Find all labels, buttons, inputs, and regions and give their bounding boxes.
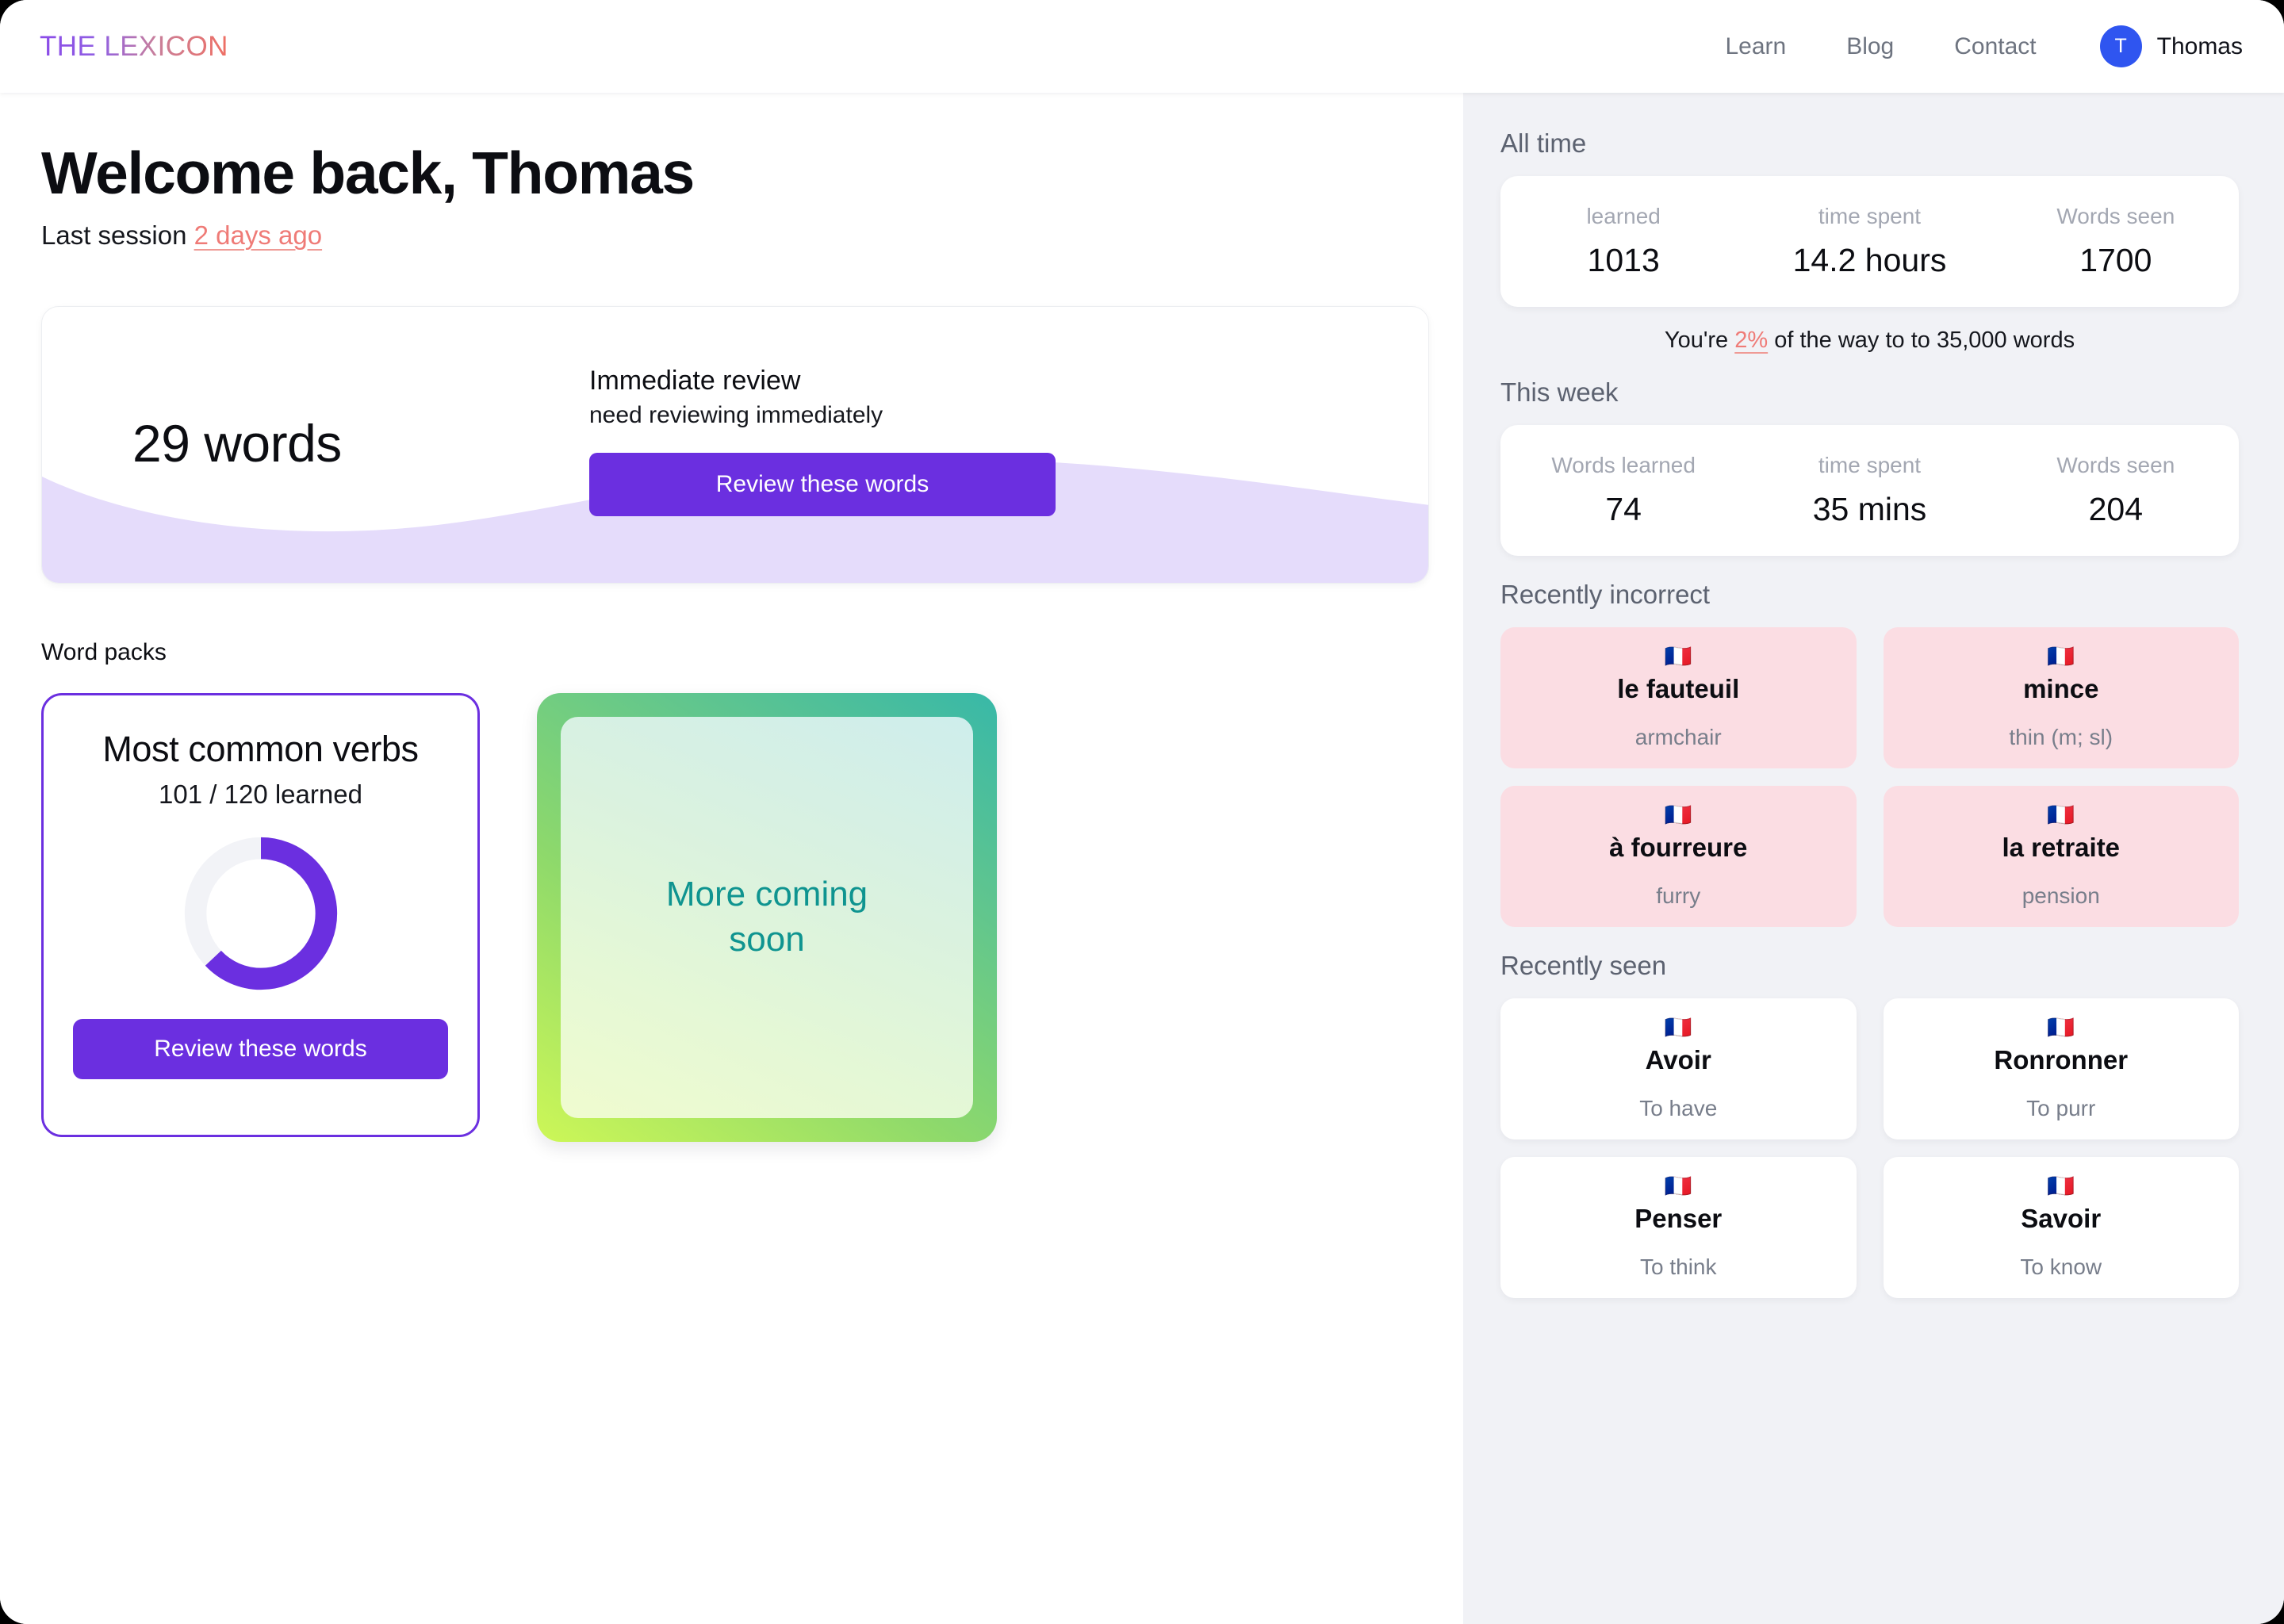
last-session-label: Last session — [41, 220, 186, 250]
stat-label: Words seen — [1993, 204, 2239, 229]
review-subtitle: need reviewing immediately — [589, 402, 1065, 429]
word-definition: armchair — [1635, 725, 1722, 750]
pack-progress-donut — [179, 832, 343, 995]
page-title: Welcome back, Thomas — [41, 142, 1422, 205]
main-nav: Learn Blog Contact T Thomas — [1695, 25, 2243, 67]
stat-all-time-words-seen: Words seen 1700 — [1993, 204, 2239, 279]
all-time-heading: All time — [1500, 128, 2239, 159]
word-packs-label: Word packs — [41, 639, 1422, 666]
all-time-stat-card: learned 1013 time spent 14.2 hours Words… — [1500, 176, 2239, 307]
word-card[interactable]: 🇫🇷 la retraite pension — [1884, 786, 2240, 927]
word-packs-list: Most common verbs 101 / 120 learned Revi… — [41, 693, 1422, 1142]
main-content: Welcome back, Thomas Last session 2 days… — [0, 93, 1463, 1624]
word-term: à fourreure — [1609, 833, 1747, 863]
stat-label: Words learned — [1500, 453, 1746, 478]
stat-week-words-learned: Words learned 74 — [1500, 453, 1746, 528]
word-card[interactable]: 🇫🇷 Savoir To know — [1884, 1157, 2240, 1298]
french-flag-icon: 🇫🇷 — [2047, 1017, 2075, 1039]
user-name: Thomas — [2157, 33, 2243, 60]
word-term: Avoir — [1646, 1045, 1711, 1075]
word-card[interactable]: 🇫🇷 à fourreure furry — [1500, 786, 1857, 927]
stats-sidebar: All time learned 1013 time spent 14.2 ho… — [1463, 93, 2284, 1624]
word-term: le fauteuil — [1617, 674, 1739, 704]
stat-label: time spent — [1746, 204, 1992, 229]
word-definition: To think — [1640, 1254, 1717, 1280]
word-definition: To purr — [2026, 1096, 2095, 1121]
word-card[interactable]: 🇫🇷 le fauteuil armchair — [1500, 627, 1857, 768]
stat-label: Words seen — [1993, 453, 2239, 478]
word-definition: pension — [2022, 883, 2100, 909]
pack-title: Most common verbs — [102, 729, 418, 770]
word-definition: thin (m; sl) — [2009, 725, 2113, 750]
recently-seen-grid: 🇫🇷 Avoir To have 🇫🇷 Ronronner To purr 🇫🇷… — [1500, 998, 2239, 1298]
immediate-review-body: 29 words Immediate review need reviewing… — [42, 307, 1428, 583]
this-week-stat-card: Words learned 74 time spent 35 mins Word… — [1500, 425, 2239, 556]
this-week-heading: This week — [1500, 377, 2239, 408]
stat-value: 35 mins — [1746, 491, 1992, 528]
more-coming-soon-text: More coming soon — [636, 872, 898, 962]
last-session-line: Last session 2 days ago — [41, 220, 1422, 251]
word-card[interactable]: 🇫🇷 Avoir To have — [1500, 998, 1857, 1139]
review-title: Immediate review — [589, 364, 1065, 398]
pack-review-button[interactable]: Review these words — [73, 1019, 448, 1079]
french-flag-icon: 🇫🇷 — [1665, 1175, 1692, 1197]
french-flag-icon: 🇫🇷 — [2047, 645, 2075, 668]
goal-progress-prefix: You're — [1665, 327, 1728, 353]
word-term: Penser — [1634, 1204, 1722, 1234]
word-term: Ronronner — [1994, 1045, 2128, 1075]
word-definition: To have — [1639, 1096, 1717, 1121]
word-term: mince — [2023, 674, 2098, 704]
word-card[interactable]: 🇫🇷 Ronronner To purr — [1884, 998, 2240, 1139]
french-flag-icon: 🇫🇷 — [1665, 804, 1692, 826]
immediate-review-card: 29 words Immediate review need reviewing… — [41, 306, 1429, 584]
avatar: T — [2100, 25, 2142, 67]
brand-logo[interactable]: THE LEXICON — [40, 31, 228, 63]
stat-value: 1700 — [1993, 242, 2239, 279]
word-definition: furry — [1656, 883, 1700, 909]
word-pack-card[interactable]: Most common verbs 101 / 120 learned Revi… — [41, 693, 480, 1137]
more-coming-soon-card: More coming soon — [537, 693, 997, 1142]
review-details: Immediate review need reviewing immediat… — [589, 364, 1065, 517]
review-word-count: 29 words — [132, 413, 342, 473]
french-flag-icon: 🇫🇷 — [1665, 645, 1692, 668]
stat-all-time-learned: learned 1013 — [1500, 204, 1746, 279]
nav-link-contact[interactable]: Contact — [1924, 33, 2066, 60]
stat-week-words-seen: Words seen 204 — [1993, 453, 2239, 528]
last-session-link[interactable]: 2 days ago — [194, 220, 322, 250]
app-window: THE LEXICON Learn Blog Contact T Thomas … — [0, 0, 2284, 1624]
french-flag-icon: 🇫🇷 — [2047, 804, 2075, 826]
user-menu[interactable]: T Thomas — [2100, 25, 2243, 67]
word-term: Savoir — [2021, 1204, 2101, 1234]
word-card[interactable]: 🇫🇷 Penser To think — [1500, 1157, 1857, 1298]
word-definition: To know — [2020, 1254, 2102, 1280]
review-these-words-button[interactable]: Review these words — [589, 453, 1056, 516]
stat-label: learned — [1500, 204, 1746, 229]
stat-label: time spent — [1746, 453, 1992, 478]
word-card[interactable]: 🇫🇷 mince thin (m; sl) — [1884, 627, 2240, 768]
recently-incorrect-grid: 🇫🇷 le fauteuil armchair 🇫🇷 mince thin (m… — [1500, 627, 2239, 927]
recently-incorrect-heading: Recently incorrect — [1500, 580, 2239, 610]
top-header: THE LEXICON Learn Blog Contact T Thomas — [0, 0, 2284, 93]
word-term: la retraite — [2002, 833, 2120, 863]
goal-progress-suffix: of the way to to 35,000 words — [1774, 327, 2075, 353]
french-flag-icon: 🇫🇷 — [1665, 1017, 1692, 1039]
goal-progress-note: You're 2% of the way to to 35,000 words — [1500, 327, 2239, 354]
stat-all-time-time-spent: time spent 14.2 hours — [1746, 204, 1992, 279]
goal-progress-percent[interactable]: 2% — [1734, 327, 1768, 353]
stat-value: 204 — [1993, 491, 2239, 528]
stat-value: 1013 — [1500, 242, 1746, 279]
french-flag-icon: 🇫🇷 — [2047, 1175, 2075, 1197]
nav-link-learn[interactable]: Learn — [1695, 33, 1816, 60]
more-coming-soon-inner: More coming soon — [561, 717, 973, 1118]
stat-value: 14.2 hours — [1746, 242, 1992, 279]
content-row: Welcome back, Thomas Last session 2 days… — [0, 93, 2284, 1624]
stat-value: 74 — [1500, 491, 1746, 528]
pack-progress-text: 101 / 120 learned — [159, 779, 362, 810]
stat-week-time-spent: time spent 35 mins — [1746, 453, 1992, 528]
recently-seen-heading: Recently seen — [1500, 951, 2239, 981]
nav-link-blog[interactable]: Blog — [1816, 33, 1924, 60]
